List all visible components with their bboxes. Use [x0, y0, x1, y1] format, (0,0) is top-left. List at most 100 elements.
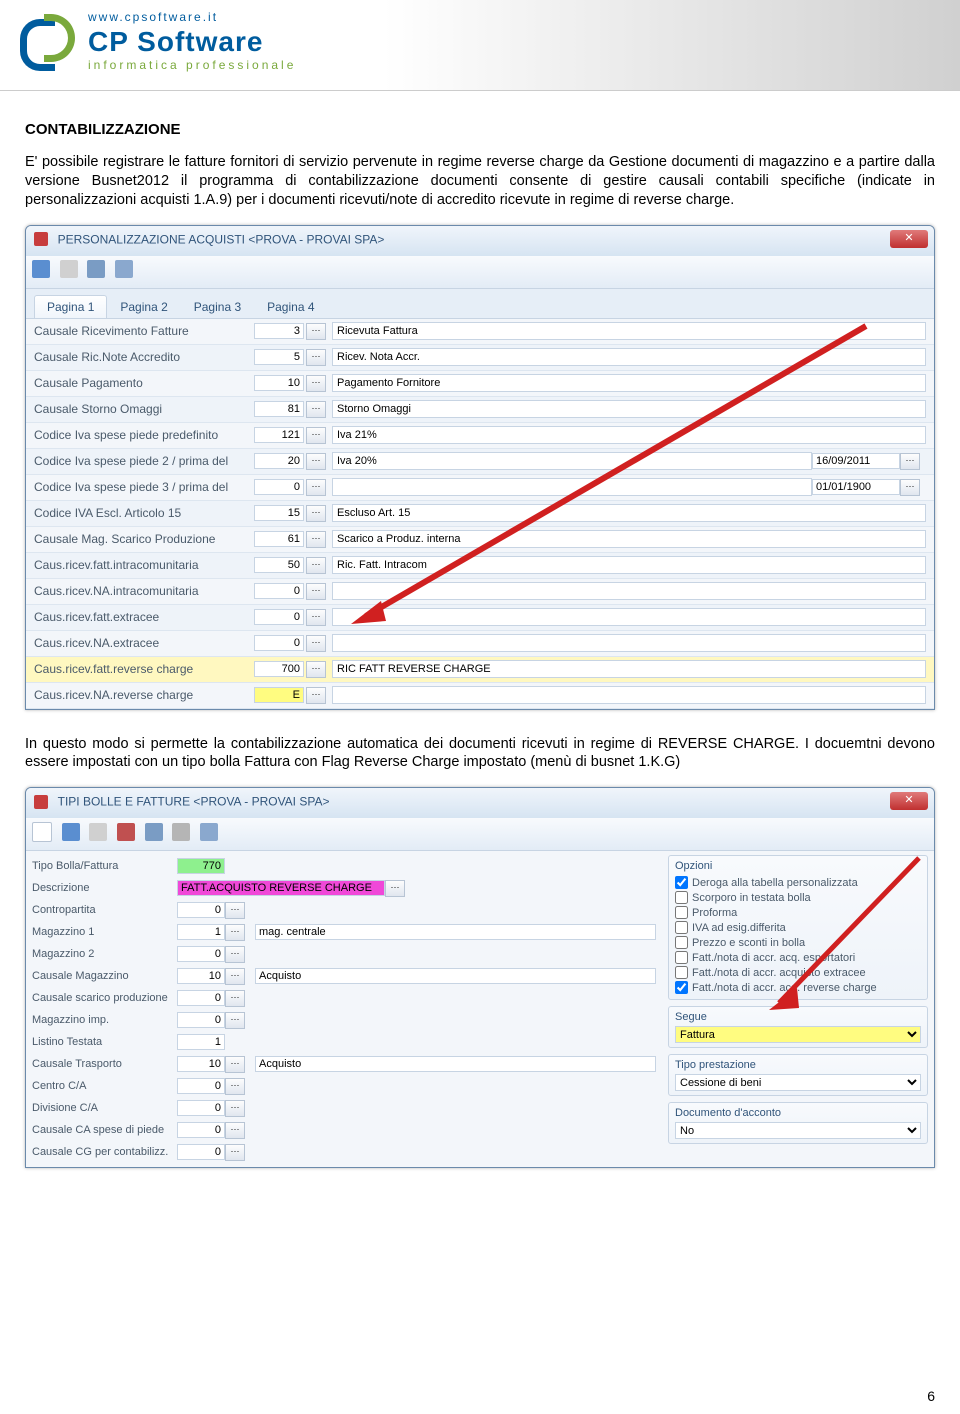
code-input[interactable] — [254, 427, 304, 443]
tab-pagina-2[interactable]: Pagina 2 — [107, 295, 180, 318]
option-checkbox[interactable]: Prezzo e sconti in bolla — [675, 935, 921, 950]
undo-icon[interactable] — [60, 260, 78, 278]
option-checkbox[interactable]: Scorporo in testata bolla — [675, 890, 921, 905]
value-input[interactable] — [177, 968, 225, 984]
lookup-button[interactable]: ··· — [306, 479, 326, 496]
checkbox-input[interactable] — [675, 891, 688, 904]
code-input[interactable] — [254, 583, 304, 599]
option-checkbox[interactable]: Fatt./nota di accr. acquisto extracee — [675, 965, 921, 980]
lookup-button[interactable]: ··· — [225, 1078, 245, 1095]
new-icon[interactable] — [32, 822, 52, 842]
lookup-button[interactable]: ··· — [306, 687, 326, 704]
checkbox-input[interactable] — [675, 981, 688, 994]
desc-input[interactable] — [332, 504, 926, 522]
value-input[interactable] — [177, 858, 225, 874]
checkbox-input[interactable] — [675, 966, 688, 979]
lookup-button[interactable]: ··· — [225, 968, 245, 985]
desc-input[interactable] — [332, 556, 926, 574]
lookup-button[interactable]: ··· — [306, 531, 326, 548]
docacconto-select[interactable]: No — [675, 1122, 921, 1139]
desc-input[interactable] — [332, 478, 812, 496]
value-input[interactable] — [177, 1100, 225, 1116]
code-input[interactable] — [254, 323, 304, 339]
checkbox-input[interactable] — [675, 951, 688, 964]
option-checkbox[interactable]: Deroga alla tabella personalizzata — [675, 875, 921, 890]
close-button[interactable]: ✕ — [890, 230, 928, 248]
desc-input[interactable] — [332, 582, 926, 600]
code-input[interactable] — [254, 349, 304, 365]
date-input[interactable] — [812, 453, 900, 469]
checkbox-input[interactable] — [675, 906, 688, 919]
code-input[interactable] — [254, 661, 304, 677]
delete-icon[interactable] — [117, 823, 135, 841]
tab-pagina-3[interactable]: Pagina 3 — [181, 295, 254, 318]
desc-input[interactable] — [332, 348, 926, 366]
lookup-button[interactable]: ··· — [306, 375, 326, 392]
checkbox-input[interactable] — [675, 921, 688, 934]
code-input[interactable] — [254, 375, 304, 391]
lookup-button[interactable]: ··· — [225, 1012, 245, 1029]
desc-input[interactable] — [255, 1056, 656, 1072]
desc-input[interactable] — [332, 374, 926, 392]
value-input[interactable] — [177, 1056, 225, 1072]
value-input[interactable] — [177, 880, 385, 896]
lookup-button[interactable]: ··· — [306, 453, 326, 470]
date-picker-button[interactable]: ··· — [900, 479, 920, 496]
find-icon[interactable] — [145, 823, 163, 841]
save-icon[interactable] — [62, 823, 80, 841]
value-input[interactable] — [177, 1078, 225, 1094]
lookup-button[interactable]: ··· — [306, 635, 326, 652]
desc-input[interactable] — [332, 608, 926, 626]
desc-input[interactable] — [332, 426, 926, 444]
value-input[interactable] — [177, 1144, 225, 1160]
print-icon[interactable] — [172, 823, 190, 841]
code-input[interactable] — [254, 557, 304, 573]
lookup-button[interactable]: ··· — [385, 880, 405, 897]
value-input[interactable] — [177, 902, 225, 918]
code-input[interactable] — [254, 687, 304, 703]
lookup-button[interactable]: ··· — [306, 349, 326, 366]
desc-input[interactable] — [332, 400, 926, 418]
lookup-button[interactable]: ··· — [306, 427, 326, 444]
lookup-button[interactable]: ··· — [225, 1144, 245, 1161]
lookup-button[interactable]: ··· — [306, 661, 326, 678]
option-checkbox[interactable]: IVA ad esig.differita — [675, 920, 921, 935]
desc-input[interactable] — [255, 968, 656, 984]
code-input[interactable] — [254, 479, 304, 495]
option-checkbox[interactable]: Fatt./nota di accr. acq. reverse charge — [675, 980, 921, 995]
segue-select[interactable]: Fattura — [675, 1026, 921, 1043]
value-input[interactable] — [177, 1034, 225, 1050]
undo-icon[interactable] — [89, 823, 107, 841]
date-picker-button[interactable]: ··· — [900, 453, 920, 470]
help-icon[interactable] — [115, 260, 133, 278]
value-input[interactable] — [177, 1012, 225, 1028]
desc-input[interactable] — [332, 660, 926, 678]
code-input[interactable] — [254, 635, 304, 651]
desc-input[interactable] — [255, 924, 656, 940]
lookup-button[interactable]: ··· — [225, 924, 245, 941]
desc-input[interactable] — [332, 686, 926, 704]
lookup-button[interactable]: ··· — [225, 1122, 245, 1139]
date-input[interactable] — [812, 479, 900, 495]
lookup-button[interactable]: ··· — [225, 1056, 245, 1073]
desc-input[interactable] — [332, 322, 926, 340]
code-input[interactable] — [254, 531, 304, 547]
save-icon[interactable] — [32, 260, 50, 278]
lookup-button[interactable]: ··· — [306, 609, 326, 626]
code-input[interactable] — [254, 505, 304, 521]
value-input[interactable] — [177, 990, 225, 1006]
lookup-button[interactable]: ··· — [225, 946, 245, 963]
lookup-button[interactable]: ··· — [306, 505, 326, 522]
lookup-button[interactable]: ··· — [306, 583, 326, 600]
lookup-button[interactable]: ··· — [225, 1100, 245, 1117]
value-input[interactable] — [177, 1122, 225, 1138]
code-input[interactable] — [254, 401, 304, 417]
checkbox-input[interactable] — [675, 876, 688, 889]
prestazione-select[interactable]: Cessione di beni — [675, 1074, 921, 1091]
tab-pagina-4[interactable]: Pagina 4 — [254, 295, 327, 318]
option-checkbox[interactable]: Fatt./nota di accr. acq. esportatori — [675, 950, 921, 965]
help-icon[interactable] — [200, 823, 218, 841]
value-input[interactable] — [177, 946, 225, 962]
checkbox-input[interactable] — [675, 936, 688, 949]
lookup-button[interactable]: ··· — [225, 990, 245, 1007]
